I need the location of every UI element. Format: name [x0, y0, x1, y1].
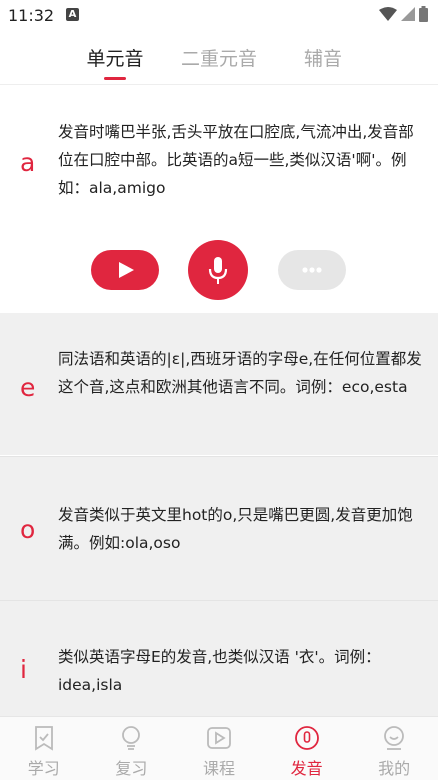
nav-label: 我的 — [378, 759, 411, 778]
tab-consonants[interactable]: 辅音 — [271, 32, 375, 84]
battery-icon — [419, 6, 428, 22]
vowel-letter: e — [20, 373, 36, 402]
vowel-letter: o — [20, 515, 36, 544]
profile-icon — [384, 726, 405, 750]
nav-item-pronunciation[interactable]: 发音 — [263, 717, 351, 780]
nav-label: 学习 — [27, 759, 60, 778]
cell-signal-icon — [401, 7, 415, 21]
microphone-icon — [208, 257, 228, 284]
bottom-nav: 学习 复习 课程 发音 我的 — [0, 716, 438, 780]
nav-item-review[interactable]: 复习 — [88, 717, 176, 780]
nav-label: 发音 — [290, 759, 323, 778]
nav-item-study[interactable]: 学习 — [0, 717, 88, 780]
vowel-card-a: a 发音时嘴巴半张,舌头平放在口腔底,气流冲出,发音部位在口腔中部。比英语的a短… — [0, 88, 438, 312]
record-button[interactable] — [188, 240, 248, 300]
vowel-description: 类似英语字母E的发音,也类似汉语 '衣'。词例：idea,isla — [58, 648, 381, 694]
ellipsis-icon — [302, 267, 322, 273]
nav-label: 课程 — [202, 759, 235, 778]
vowel-description: 发音类似于英文里hot的o,只是嘴巴更圆,发音更加饱满。例如:ola,oso — [58, 506, 413, 552]
vowel-card-o[interactable]: o 发音类似于英文里hot的o,只是嘴巴更圆,发音更加饱满。例如:ola,oso — [0, 456, 438, 600]
vowel-card-e[interactable]: e 同法语和英语的|ɛ|,西班牙语的字母e,在任何位置都发这个音,这点和欧洲其他… — [0, 313, 438, 455]
vowel-letter: a — [20, 148, 36, 177]
play-button[interactable] — [91, 250, 159, 290]
nav-item-courses[interactable]: 课程 — [175, 717, 263, 780]
status-time: 11:32 — [8, 6, 55, 25]
play-square-icon — [207, 727, 231, 749]
tab-bar: 单元音 二重元音 辅音 — [0, 32, 438, 85]
status-icons — [379, 6, 428, 22]
vowel-description: 发音时嘴巴半张,舌头平放在口腔底,气流冲出,发音部位在口腔中部。比英语的a短一些… — [58, 123, 414, 197]
tab-diphthongs[interactable]: 二重元音 — [167, 32, 271, 84]
more-button[interactable] — [278, 250, 346, 290]
bookmark-icon — [34, 726, 53, 751]
lightbulb-icon — [122, 726, 141, 750]
vowel-letter: i — [20, 655, 27, 684]
audio-controls — [0, 240, 438, 306]
notification-a-icon: A — [66, 8, 79, 21]
tab-monophthongs[interactable]: 单元音 — [63, 32, 167, 84]
vowel-description: 同法语和英语的|ɛ|,西班牙语的字母e,在任何位置都发这个音,这点和欧洲其他语言… — [58, 350, 422, 396]
status-bar: 11:32 A — [0, 0, 438, 32]
nav-item-mine[interactable]: 我的 — [350, 717, 438, 780]
vowel-card-i[interactable]: i 类似英语字母E的发音,也类似汉语 '衣'。词例：idea,isla — [0, 600, 438, 717]
play-icon — [119, 262, 134, 278]
nav-label: 复习 — [115, 759, 148, 778]
pronounce-icon — [294, 726, 319, 750]
wifi-icon — [379, 7, 397, 21]
